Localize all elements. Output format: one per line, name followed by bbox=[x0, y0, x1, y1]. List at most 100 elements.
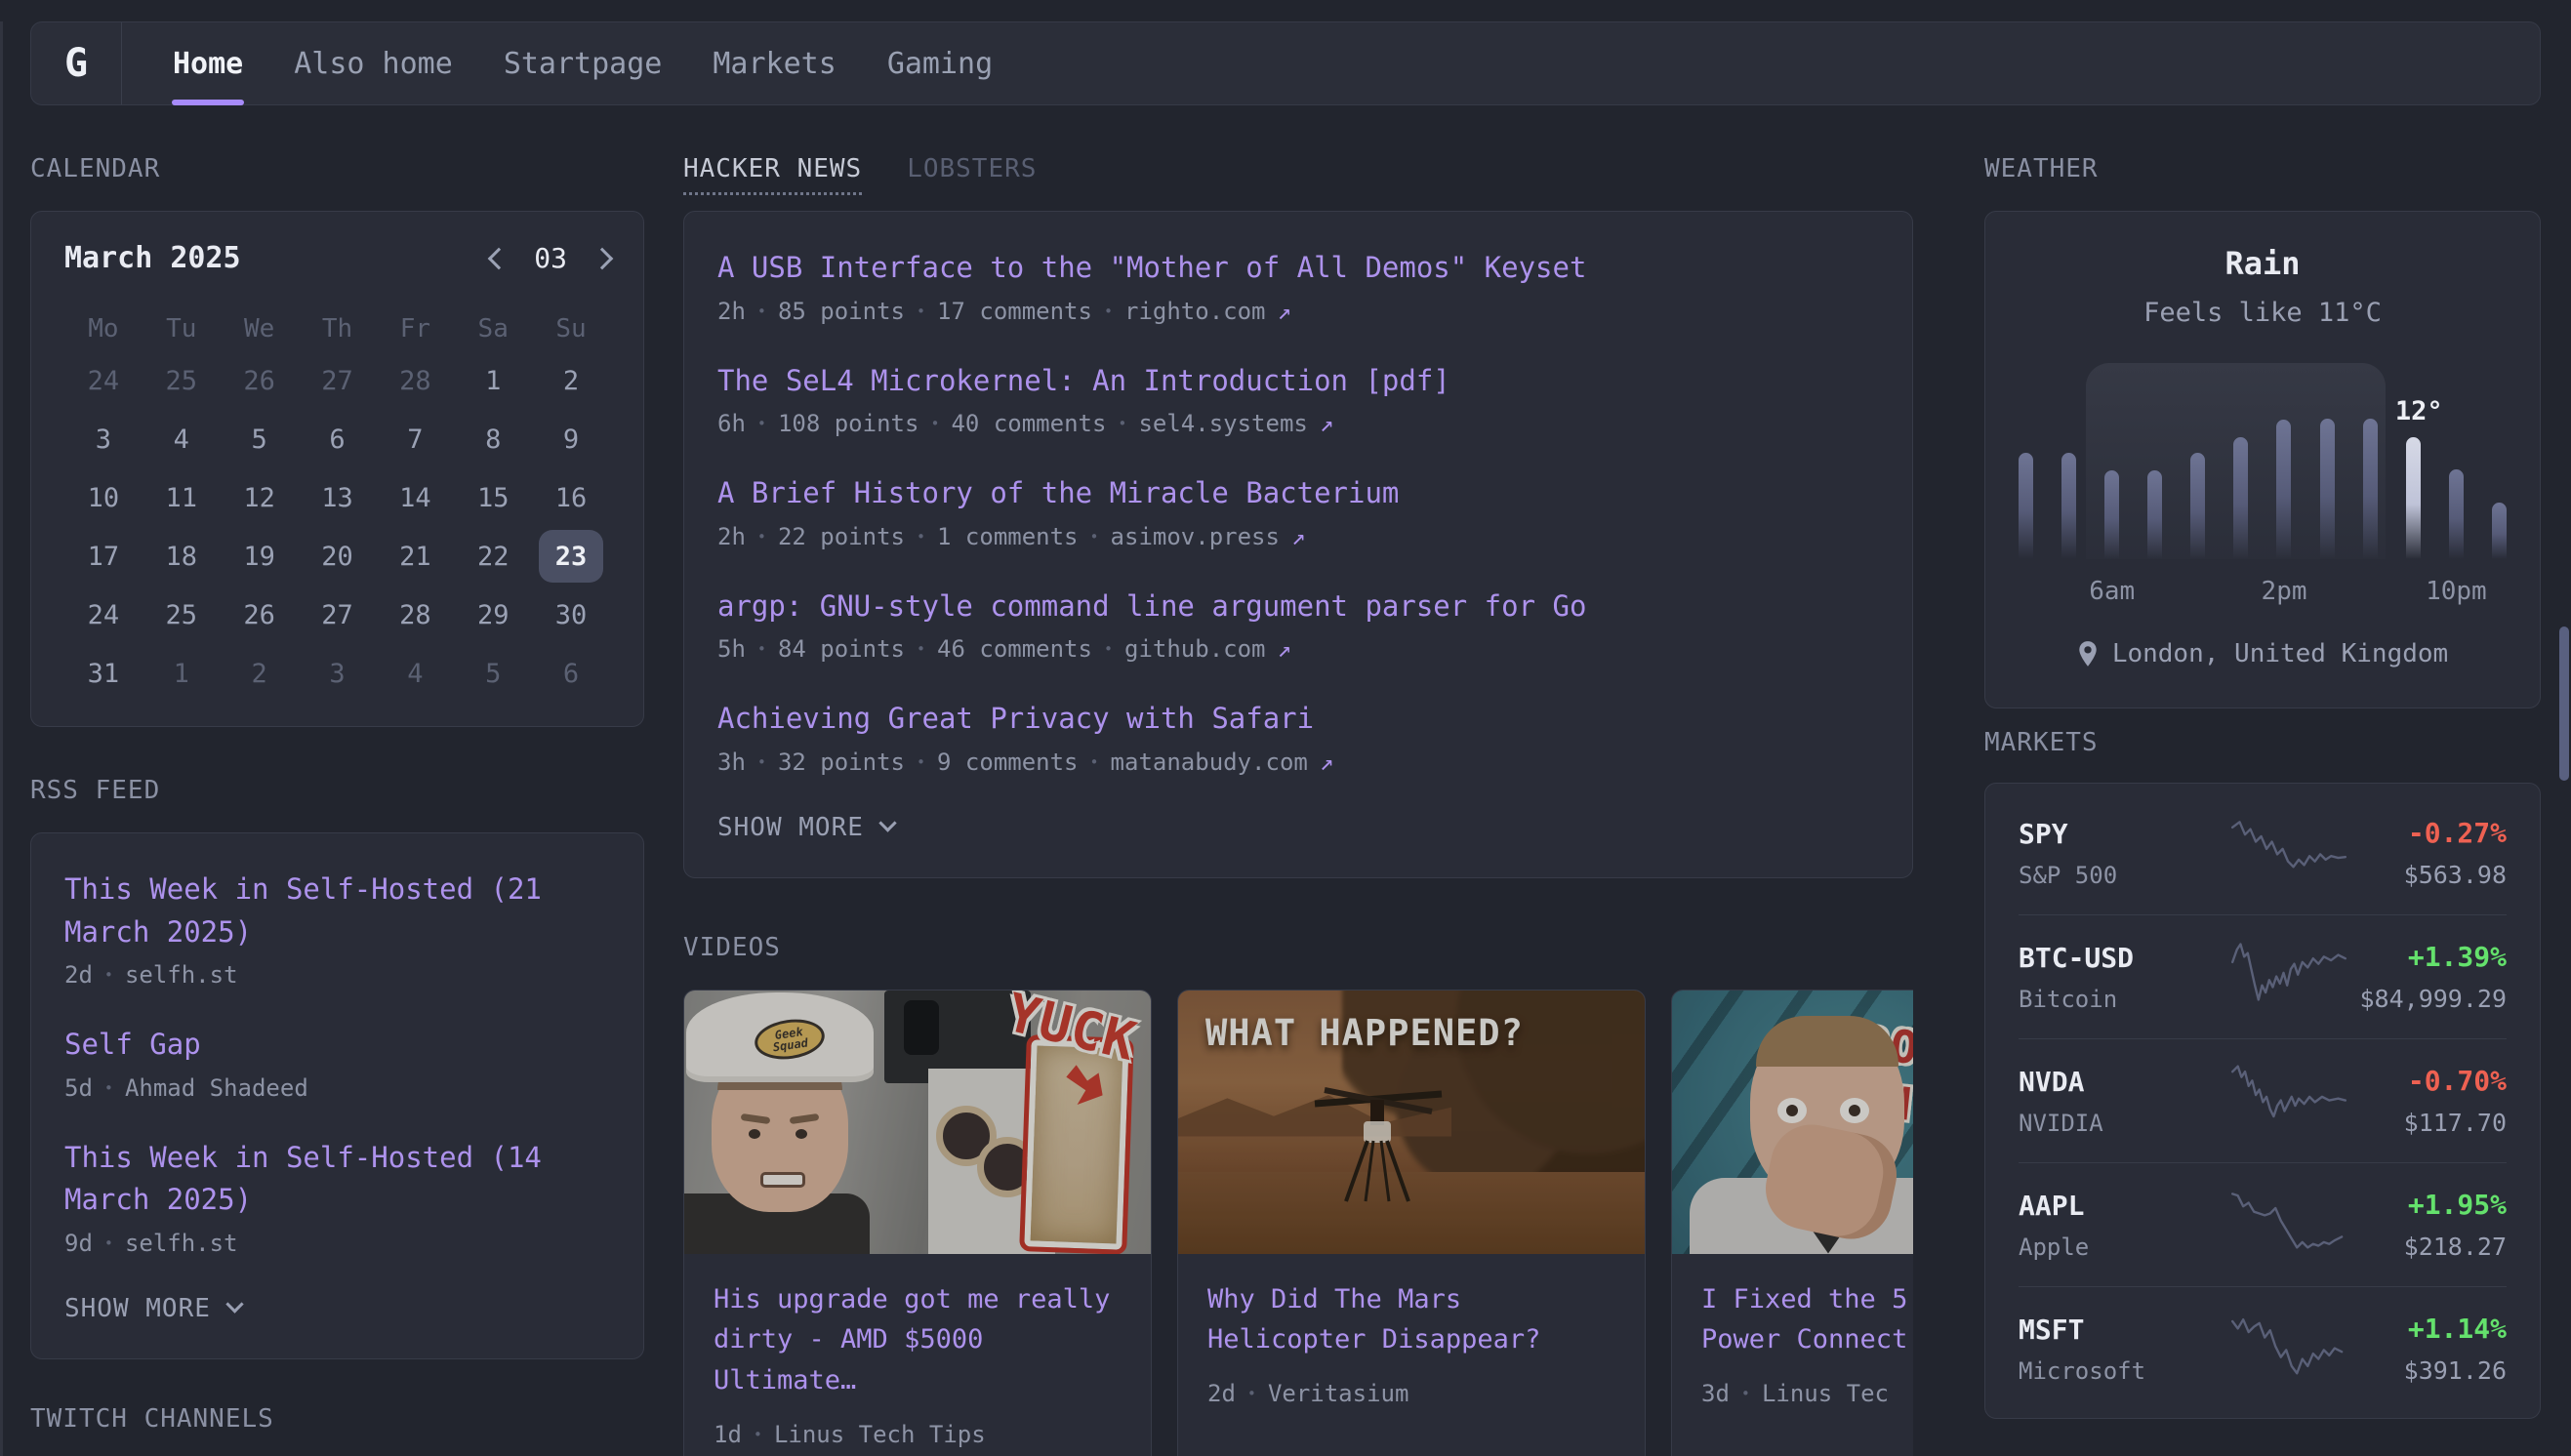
thumbnail-dirty-filter-shape bbox=[1024, 1039, 1128, 1249]
market-row-aapl[interactable]: AAPLApple+1.95%$218.27 bbox=[2019, 1162, 2507, 1286]
video-card[interactable]: YUCK Geek Squad His upgr bbox=[683, 990, 1152, 1456]
calendar-header-row: March 2025 03 bbox=[64, 241, 610, 275]
video-title[interactable]: His upgrade got me really dirty - AMD $5… bbox=[714, 1279, 1122, 1402]
news-item-title[interactable]: argp: GNU-style command line argument pa… bbox=[717, 586, 1879, 628]
meta-separator: • bbox=[1104, 303, 1113, 320]
meta-separator: • bbox=[757, 753, 766, 771]
news-item-title[interactable]: The SeL4 Microkernel: An Introduction [p… bbox=[717, 360, 1879, 403]
calendar-prev-icon[interactable] bbox=[488, 247, 510, 269]
thumbnail-what-happened-text: WHAT HAPPENED? bbox=[1205, 1012, 1524, 1054]
video-title[interactable]: Why Did The Mars Helicopter Disappear? bbox=[1207, 1279, 1615, 1361]
news-tab-lobsters[interactable]: LOBSTERS bbox=[907, 154, 1037, 192]
chevron-down-icon bbox=[225, 1295, 243, 1313]
market-row-spy[interactable]: SPYS&P 500-0.27%$563.98 bbox=[2019, 791, 2507, 914]
nav-tab-also-home[interactable]: Also home bbox=[294, 22, 453, 104]
video-thumbnail[interactable]: WHAT HAPPENED? bbox=[1178, 991, 1645, 1254]
calendar-day: 28 bbox=[376, 586, 454, 644]
weather-bar bbox=[2492, 503, 2507, 559]
meta-separator: • bbox=[930, 415, 939, 432]
calendar-next-icon[interactable] bbox=[592, 247, 614, 269]
calendar-day: 25 bbox=[143, 586, 221, 644]
video-title[interactable]: I Fixed the 5Power Connect bbox=[1701, 1279, 1913, 1361]
news-item-age: 3h bbox=[717, 748, 746, 776]
external-link-icon: ↗ bbox=[1278, 298, 1291, 325]
news-item-title[interactable]: A USB Interface to the "Mother of All De… bbox=[717, 247, 1879, 290]
calendar-day: 30 bbox=[532, 586, 610, 644]
calendar-weekday: Th bbox=[299, 306, 377, 351]
nav-tab-gaming[interactable]: Gaming bbox=[887, 22, 993, 104]
weather-location: London, United Kingdom bbox=[2112, 639, 2448, 668]
rss-item-title[interactable]: Self Gap bbox=[64, 1024, 610, 1067]
market-symbol-block: AAPLApple bbox=[2019, 1190, 2225, 1261]
calendar-weekday: Mo bbox=[64, 306, 143, 351]
rss-item-title[interactable]: This Week in Self-Hosted (14 March 2025) bbox=[64, 1137, 610, 1222]
meta-separator: • bbox=[757, 415, 766, 432]
video-card[interactable]: DO TH T bbox=[1671, 990, 1913, 1456]
video-card[interactable]: WHAT HAPPENED? Why Did The Mars Helicopt… bbox=[1177, 990, 1646, 1456]
rss-item-title[interactable]: This Week in Self-Hosted (21 March 2025) bbox=[64, 869, 610, 953]
weather-current-temp: 12° bbox=[2395, 396, 2443, 426]
thumbnail-face-detail bbox=[1849, 1105, 1860, 1116]
external-link-icon: ↗ bbox=[1320, 410, 1333, 437]
calendar-day: 9 bbox=[532, 410, 610, 468]
calendar-day: 17 bbox=[64, 527, 143, 586]
news-item-domain: asimov.press bbox=[1111, 523, 1280, 550]
news-item-domain: sel4.systems bbox=[1138, 410, 1307, 437]
window-edge bbox=[0, 21, 3, 1456]
calendar-month-title: March 2025 bbox=[64, 241, 241, 275]
calendar-day: 16 bbox=[532, 468, 610, 527]
thumbnail-yuck-text: YUCK bbox=[1000, 991, 1142, 1072]
app-logo[interactable]: G bbox=[31, 22, 122, 104]
calendar-day: 26 bbox=[221, 351, 299, 410]
calendar-day: 19 bbox=[221, 527, 299, 586]
thumbnail-speaker-shape bbox=[904, 1000, 939, 1055]
thumbnail-face-detail bbox=[749, 1129, 760, 1139]
news-item-title[interactable]: Achieving Great Privacy with Safari bbox=[717, 698, 1879, 741]
video-channel: Veritasium bbox=[1268, 1380, 1409, 1407]
thumbnail-red-text-line: DO bbox=[1858, 1015, 1913, 1076]
calendar-day: 3 bbox=[299, 644, 377, 703]
news-item-meta: 2h•85 points•17 comments•righto.com↗ bbox=[717, 298, 1879, 325]
calendar-day: 4 bbox=[143, 410, 221, 468]
calendar-day: 8 bbox=[454, 410, 532, 468]
video-thumbnail[interactable]: DO TH T bbox=[1672, 991, 1913, 1254]
video-thumbnail[interactable]: YUCK Geek Squad bbox=[684, 991, 1151, 1254]
calendar-today-pill: 23 bbox=[539, 530, 603, 583]
page-scrollbar-thumb[interactable] bbox=[2559, 627, 2569, 781]
thumbnail-face-detail bbox=[790, 1112, 820, 1123]
nav-tab-startpage[interactable]: Startpage bbox=[504, 22, 663, 104]
nav-tab-home[interactable]: Home bbox=[173, 22, 243, 104]
news-item-age: 2h bbox=[717, 298, 746, 325]
news-show-more-button[interactable]: SHOW MORE bbox=[717, 813, 1879, 842]
left-column: CALENDAR March 2025 03 MoTuWeThFrSaSu242… bbox=[30, 154, 644, 1434]
nav-tab-markets[interactable]: Markets bbox=[713, 22, 836, 104]
meta-separator: • bbox=[917, 528, 925, 546]
thumbnail-red-text-line: TH bbox=[1853, 1071, 1913, 1132]
weather-bar bbox=[2061, 453, 2076, 559]
dashboard-content: CALENDAR March 2025 03 MoTuWeThFrSaSu242… bbox=[0, 154, 2571, 1456]
news-tab-hacker-news[interactable]: HACKER NEWS bbox=[683, 154, 862, 195]
news-item-title[interactable]: A Brief History of the Miracle Bacterium bbox=[717, 472, 1879, 515]
thumbnail-red-text: DO TH T bbox=[1847, 1015, 1913, 1189]
news-item: A USB Interface to the "Mother of All De… bbox=[717, 247, 1879, 325]
news-item-points: 108 points bbox=[778, 410, 919, 437]
thumbnail-arrow-icon bbox=[1062, 1063, 1107, 1108]
middle-column: HACKER NEWS LOBSTERS A USB Interface to t… bbox=[683, 154, 1913, 1456]
weather-bar bbox=[2233, 437, 2248, 559]
rss-show-more-button[interactable]: SHOW MORE bbox=[64, 1294, 610, 1323]
calendar-weekday: Su bbox=[532, 306, 610, 351]
market-row-btc-usd[interactable]: BTC-USDBitcoin+1.39%$84,999.29 bbox=[2019, 914, 2507, 1038]
weather-bar bbox=[2276, 420, 2291, 559]
rss-item-meta: 5d•Ahmad Shadeed bbox=[64, 1074, 610, 1102]
market-row-nvda[interactable]: NVDANVIDIA-0.70%$117.70 bbox=[2019, 1038, 2507, 1162]
thumbnail-face-detail bbox=[1840, 1098, 1869, 1123]
weather-condition: Rain bbox=[2005, 245, 2520, 282]
thumbnail-pc-case-shape bbox=[928, 1069, 1055, 1254]
market-row-msft[interactable]: MSFTMicrosoft+1.14%$391.26 bbox=[2019, 1286, 2507, 1410]
calendar-day: 24 bbox=[64, 586, 143, 644]
markets-section-title: MARKETS bbox=[1984, 728, 2541, 757]
calendar-day: 24 bbox=[64, 351, 143, 410]
calendar-day: 1 bbox=[454, 351, 532, 410]
rss-item-source: selfh.st bbox=[125, 961, 238, 989]
thumbnail-face-detail bbox=[741, 1112, 771, 1123]
